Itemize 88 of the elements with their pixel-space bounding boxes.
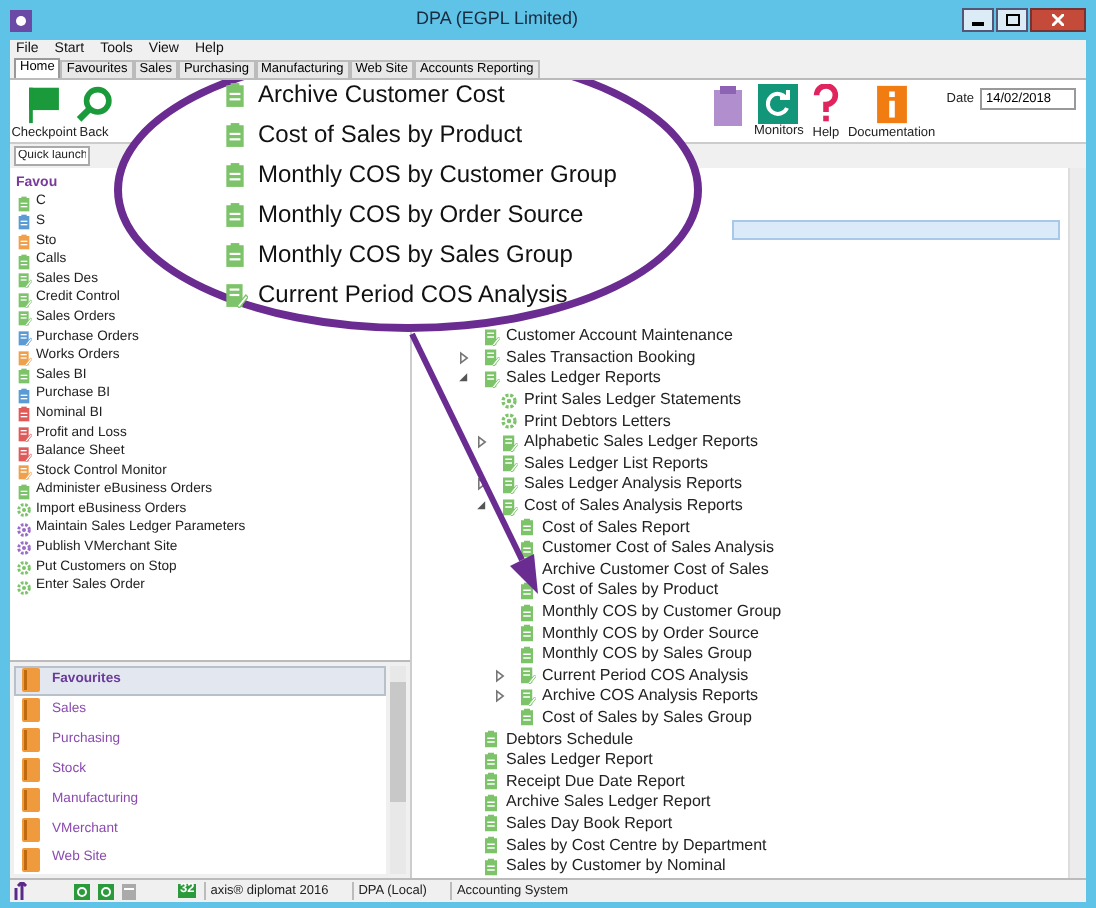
tree-item[interactable]: Archive Customer Cost of Sales [542, 561, 769, 578]
clipboard-icon [518, 539, 536, 558]
tree-item[interactable]: Monthly COS by Sales Group [542, 646, 752, 663]
collapse-arrow-icon[interactable] [456, 370, 472, 387]
folder-book-icon [22, 758, 40, 782]
clipboard-icon [518, 518, 536, 537]
close-button[interactable] [1030, 8, 1086, 32]
tree-item[interactable]: Print Debtors Letters [524, 413, 671, 430]
clipboard-icon [222, 201, 248, 227]
tree-item[interactable]: Sales by Cost Centre by Department [506, 837, 767, 854]
folder-book-icon [22, 787, 40, 812]
tree-item[interactable]: Current Period COS Analysis [542, 667, 749, 684]
window-title: DPA (EGPL Limited) [413, 6, 581, 33]
app-logo-icon [10, 9, 32, 31]
maximize-icon [1005, 14, 1019, 26]
folder-book-icon [22, 728, 40, 753]
clipboard-icon [482, 730, 500, 749]
folder-book-icon [22, 847, 40, 872]
expand-arrow-icon[interactable] [474, 434, 490, 451]
expand-arrow-icon[interactable] [456, 349, 472, 366]
scrollbar[interactable] [390, 666, 406, 874]
edit-document-icon [482, 369, 500, 388]
clipboard-icon [222, 241, 248, 267]
clipboard-icon [518, 624, 536, 643]
tree-item[interactable]: Sales Transaction Booking [506, 349, 696, 366]
edit-document-icon [500, 454, 518, 473]
expand-arrow-icon[interactable] [492, 688, 508, 705]
clipboard-icon [482, 836, 500, 855]
document-icon[interactable] [122, 883, 138, 899]
clipboard-icon [222, 121, 248, 147]
refresh-icon[interactable] [74, 883, 90, 899]
tree-item[interactable]: Customer Cost of Sales Analysis [542, 540, 775, 557]
callout-item: Current Period COS Analysis [258, 282, 568, 306]
tree-item[interactable]: Customer Account Maintenance [506, 328, 733, 345]
tree-item[interactable]: Archive COS Analysis Reports [542, 688, 759, 705]
edit-document-icon [482, 348, 500, 367]
edit-document-icon [500, 433, 518, 452]
tree-item[interactable]: Cost of Sales Analysis Reports [524, 498, 743, 515]
minimize-button[interactable] [962, 8, 994, 32]
clipboard-icon [710, 84, 746, 128]
arrows-icon [14, 882, 30, 900]
close-icon [1052, 14, 1064, 26]
clipboard-icon [518, 581, 536, 600]
tree-item[interactable]: Sales Ledger Reports [506, 370, 661, 387]
tree-item[interactable]: Monthly COS by Customer Group [542, 604, 782, 621]
tree-item[interactable]: Sales Ledger List Reports [524, 455, 709, 472]
tree-item[interactable]: Sales Ledger Analysis Reports [524, 476, 742, 493]
callout-item: Archive Customer Cost [258, 82, 505, 106]
scrollbar[interactable] [1068, 168, 1086, 878]
expand-arrow-icon[interactable] [492, 667, 508, 684]
search-icon [72, 84, 116, 125]
edit-document-icon [518, 666, 536, 685]
clipboard-icon [518, 603, 536, 622]
tree-item[interactable]: Cost of Sales Report [542, 519, 690, 536]
clipboard-icon [222, 161, 248, 187]
folder-book-icon [22, 817, 40, 842]
tree-item[interactable]: Cost of Sales by Product [542, 582, 719, 599]
tree-item[interactable]: Sales Day Book Report [506, 815, 673, 832]
refresh-icon[interactable] [98, 883, 114, 899]
maximize-button[interactable] [996, 8, 1028, 32]
collapse-arrow-icon[interactable] [474, 498, 490, 515]
edit-document-icon [518, 687, 536, 706]
tree-item[interactable]: Sales Ledger Report [506, 752, 653, 769]
clipboard-icon [518, 708, 536, 727]
clipboard-icon [482, 814, 500, 833]
edit-document-icon [500, 475, 518, 494]
callout-item: Cost of Sales by Product [258, 122, 523, 146]
folder-book-icon [22, 668, 40, 693]
callout-item: Monthly COS by Sales Group [258, 242, 573, 266]
clipboard-icon [518, 645, 536, 664]
tree-item[interactable]: Print Sales Ledger Statements [524, 392, 742, 409]
folder-book-icon [22, 698, 40, 723]
edit-document-icon [222, 281, 248, 307]
tree-item[interactable]: Archive Sales Ledger Report [506, 794, 711, 811]
tree-item[interactable]: Cost of Sales by Sales Group [542, 709, 752, 726]
clipboard-icon [482, 772, 500, 791]
tree-item[interactable]: Sales by Customer by Nominal [506, 858, 726, 875]
clipboard-icon [482, 751, 500, 770]
help-icon [811, 84, 840, 125]
clipboard-icon [482, 793, 500, 812]
tree-item[interactable]: Monthly COS by Order Source [542, 625, 759, 642]
clipboard-icon [222, 81, 248, 107]
tree-item[interactable]: Debtors Schedule [506, 731, 634, 748]
callout-item: Monthly COS by Order Source [258, 202, 584, 226]
callout-item: Monthly COS by Customer Group [258, 162, 617, 186]
tree-item[interactable]: Alphabetic Sales Ledger Reports [524, 434, 758, 451]
edit-document-icon [500, 497, 518, 516]
tree-item[interactable]: Receipt Due Date Report [506, 773, 685, 790]
